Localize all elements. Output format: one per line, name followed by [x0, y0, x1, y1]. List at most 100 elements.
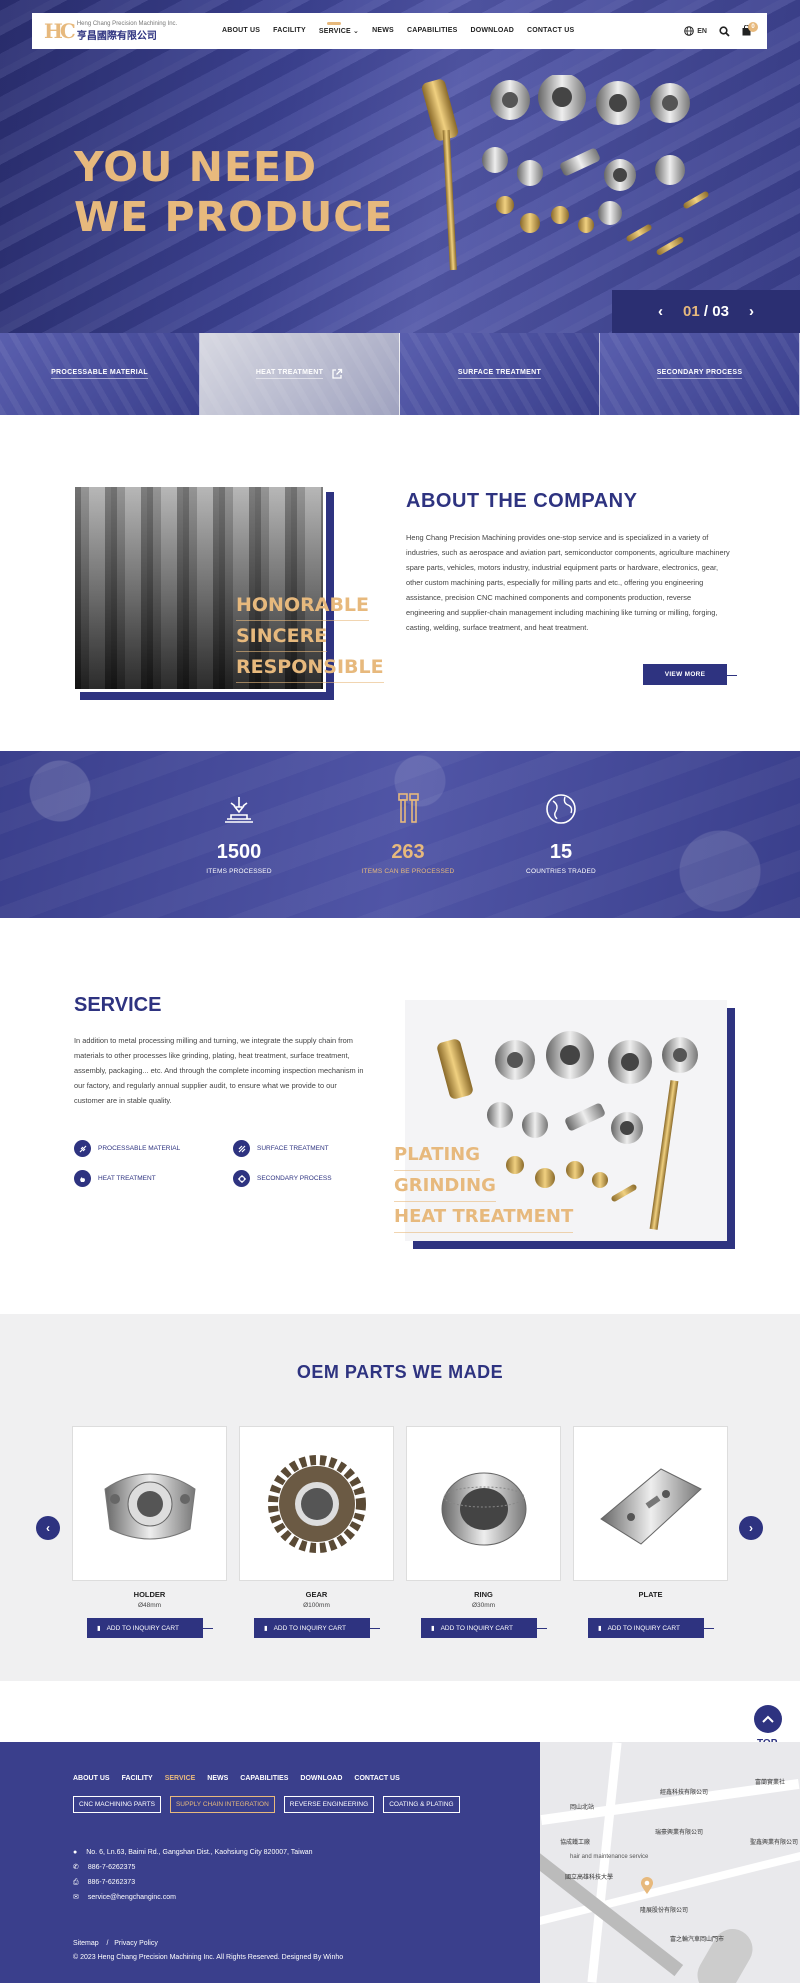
quick-link-surface-treatment[interactable]: SURFACE TREATMENT — [400, 333, 600, 415]
email-link[interactable]: service@hengchanginc.com — [88, 1890, 176, 1905]
nav-facility[interactable]: FACILITY — [273, 27, 306, 35]
hero-banner: YOU NEED WE PRODUCE ‹ 01 / 03 › — [0, 0, 800, 333]
stat-value: 1500 — [216, 841, 262, 863]
carousel-prev-button[interactable]: ‹ — [36, 1516, 60, 1540]
phone-text[interactable]: 886-7-6262375 — [88, 1860, 136, 1875]
inquiry-cart-button[interactable]: 0 — [742, 21, 758, 38]
stat-value: 263 — [391, 841, 425, 863]
quick-link-label: SURFACE TREATMENT — [457, 369, 542, 379]
footer-tag-reverse-engineering[interactable]: REVERSE ENGINEERING — [283, 1796, 375, 1813]
stat-label: COUNTRIES TRADED — [526, 868, 596, 875]
nav-news[interactable]: NEWS — [372, 27, 394, 35]
footer-nav-capabilities[interactable]: CAPABILITIES — [240, 1775, 288, 1782]
privacy-policy-link[interactable]: Privacy Policy — [114, 1940, 158, 1947]
slide-separator: / — [699, 303, 713, 320]
back-to-top-button[interactable] — [754, 1705, 782, 1733]
add-to-inquiry-cart-button[interactable]: ▮ ADD TO INQUIRY CART — [421, 1618, 547, 1638]
language-switcher[interactable]: EN — [684, 26, 707, 36]
bag-icon: ▮ — [431, 1625, 435, 1632]
process-icon — [233, 1170, 250, 1187]
slide-counter: 01 / 03 — [683, 303, 729, 320]
service-item-label: SURFACE TREATMENT — [257, 1145, 329, 1152]
add-to-inquiry-cart-button[interactable]: ▮ ADD TO INQUIRY CART — [254, 1618, 380, 1638]
map-label: hair and maintenance service — [570, 1854, 649, 1860]
logo-chinese-name: 亨昌國際有限公司 — [76, 30, 157, 42]
service-secondary-process[interactable]: SECONDARY PROCESS — [233, 1170, 332, 1187]
quick-link-label: PROCESSABLE MATERIAL — [51, 369, 148, 379]
slide-total: 03 — [712, 303, 729, 320]
service-title: SERVICE — [74, 994, 162, 1016]
nav-capabilities[interactable]: CAPABILITIES — [407, 27, 458, 35]
chevron-right-icon: › — [749, 1521, 753, 1535]
ring-part-image — [441, 1472, 526, 1545]
service-item-label: HEAT TREATMENT — [98, 1175, 156, 1182]
product-image-ring[interactable] — [406, 1426, 561, 1581]
site-footer: ABOUT US FACILITY SERVICE NEWS CAPABILIT… — [0, 1742, 540, 1983]
external-link-icon — [332, 368, 343, 379]
nav-contact-us[interactable]: CONTACT US — [527, 27, 574, 35]
view-more-button[interactable]: VIEW MORE — [643, 664, 737, 685]
product-card: GEAR Ø100mm ▮ ADD TO INQUIRY CART — [239, 1426, 394, 1638]
motto-line: PLATING — [394, 1140, 481, 1171]
stat-label: ITEMS CAN BE PROCESSED — [361, 868, 455, 875]
footer-nav-news[interactable]: NEWS — [207, 1775, 228, 1782]
nav-download[interactable]: DOWNLOAD — [470, 27, 514, 35]
service-surface-treatment[interactable]: SURFACE TREATMENT — [233, 1140, 329, 1157]
product-image-holder[interactable] — [72, 1426, 227, 1581]
location-pin-icon: ● — [73, 1849, 78, 1856]
button-label: ADD TO INQUIRY CART — [106, 1624, 179, 1632]
chevron-up-icon — [762, 1715, 774, 1723]
service-heat-treatment[interactable]: HEAT TREATMENT — [74, 1170, 156, 1187]
footer-bottom: Sitemap / Privacy Policy © 2023 Heng Cha… — [73, 1937, 343, 1965]
button-label: ADD TO INQUIRY CART — [440, 1624, 513, 1632]
surface-icon — [233, 1140, 250, 1157]
map-label: 協成鐵工廠 — [560, 1840, 591, 1846]
address-row: ● No. 6, Ln.63, Baimi Rd., Gangshan Dist.… — [73, 1845, 313, 1860]
holder-part-image — [103, 1473, 196, 1539]
button-label: ADD TO INQUIRY CART — [607, 1624, 680, 1632]
language-label: EN — [697, 27, 707, 35]
footer-nav-service[interactable]: SERVICE — [165, 1775, 196, 1782]
quick-link-label: HEAT TREATMENT — [255, 369, 324, 379]
bolts-icon — [398, 793, 419, 823]
logo-mark-text: HC — [44, 19, 76, 43]
service-item-label: SECONDARY PROCESS — [257, 1175, 332, 1182]
chevron-down-icon: ⌄ — [353, 28, 360, 35]
stat-items-processed: 1500 ITEMS PROCESSED — [174, 789, 304, 875]
logo-mark: HC — [44, 19, 76, 43]
add-to-inquiry-cart-button[interactable]: ▮ ADD TO INQUIRY CART — [87, 1618, 213, 1638]
map-label: 聖鑫興業有限公司 — [750, 1840, 799, 1846]
prev-slide-arrow-icon[interactable]: ‹ — [658, 303, 663, 320]
quick-link-heat-treatment[interactable]: HEAT TREATMENT — [200, 333, 400, 415]
footer-nav-about-us[interactable]: ABOUT US — [73, 1775, 110, 1782]
heat-icon — [74, 1170, 91, 1187]
hero-title-line1: YOU NEED — [74, 143, 318, 191]
add-to-inquiry-cart-button[interactable]: ▮ ADD TO INQUIRY CART — [588, 1618, 714, 1638]
nav-service[interactable]: SERVICE ⌄ — [319, 22, 360, 35]
footer-tag-coating-plating[interactable]: COATING & PLATING — [383, 1796, 460, 1813]
gear-part-image — [267, 1454, 366, 1553]
copyright-text: © 2023 Heng Chang Precision Machining In… — [73, 1954, 344, 1961]
carousel-next-button[interactable]: › — [739, 1516, 763, 1540]
footer-tag-supply-chain[interactable]: SUPPLY CHAIN INTEGRATION — [169, 1796, 275, 1813]
service-processable-material[interactable]: PROCESSABLE MATERIAL — [74, 1140, 180, 1157]
footer-nav-download[interactable]: DOWNLOAD — [300, 1775, 342, 1782]
oem-parts-section: OEM PARTS WE MADE ‹ › HOLDER Ø48mm ▮ ADD … — [0, 1314, 800, 1681]
product-image-gear[interactable] — [239, 1426, 394, 1581]
footer-nav-facility[interactable]: FACILITY — [122, 1775, 153, 1782]
top-navbar: HC Heng Chang Precision Machining Inc. 亨… — [32, 13, 767, 49]
next-slide-arrow-icon[interactable]: › — [749, 303, 754, 320]
quick-link-secondary-process[interactable]: SECONDARY PROCESS — [600, 333, 800, 415]
search-icon[interactable] — [719, 25, 730, 37]
company-logo[interactable]: HC Heng Chang Precision Machining Inc. 亨… — [44, 19, 194, 43]
product-spec: Ø48mm — [137, 1602, 162, 1609]
product-image-plate[interactable] — [573, 1426, 728, 1581]
map-label: 隆展股份有限公司 — [640, 1908, 689, 1914]
contact-info: ● No. 6, Ln.63, Baimi Rd., Gangshan Dist.… — [73, 1845, 313, 1905]
sitemap-link[interactable]: Sitemap — [73, 1940, 99, 1947]
footer-tag-cnc-machining[interactable]: CNC MACHINING PARTS — [73, 1796, 161, 1813]
quick-link-processable-material[interactable]: PROCESSABLE MATERIAL — [0, 333, 200, 415]
footer-nav-contact-us[interactable]: CONTACT US — [354, 1775, 399, 1782]
nav-about-us[interactable]: ABOUT US — [222, 27, 260, 35]
location-map[interactable]: 經鑫科技有限公司 富蘭實業社 岡山北站 瑞豪興業有限公司 聖鑫興業有限公司 協成… — [540, 1742, 800, 1983]
